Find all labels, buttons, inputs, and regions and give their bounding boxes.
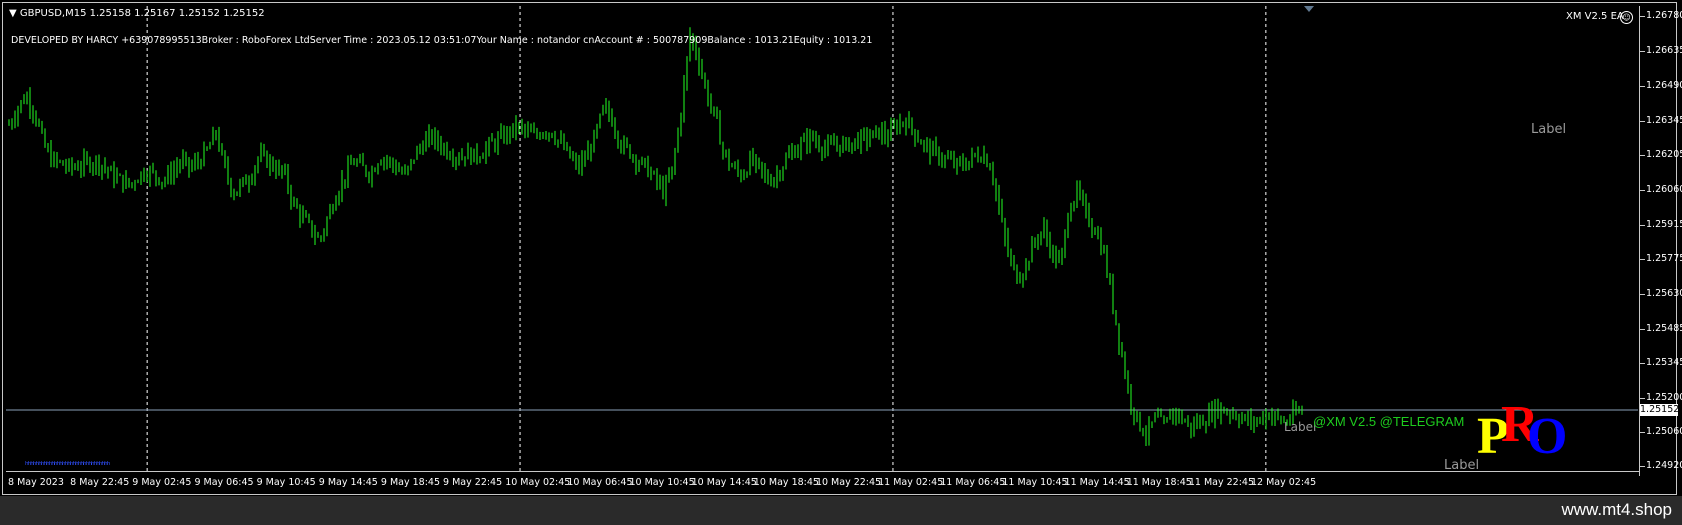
- time-tick-label: 8 May 22:45: [70, 477, 130, 488]
- time-tick-label: 9 May 22:45: [443, 477, 503, 488]
- time-tick-label: 11 May 22:45: [1188, 477, 1254, 488]
- current-price-tag: 1.25152: [1640, 403, 1680, 416]
- footer-site-link[interactable]: www.mt4.shop: [1561, 500, 1672, 520]
- time-tick-label: 9 May 14:45: [318, 477, 378, 488]
- time-tick-label: 9 May 02:45: [132, 477, 192, 488]
- price-tick-label: 1.25200: [1646, 392, 1682, 404]
- price-tick-label: 1.25060: [1646, 426, 1682, 438]
- price-tick-mark: [1640, 398, 1645, 400]
- price-tick-mark: [1640, 154, 1645, 156]
- price-chart-plot[interactable]: [6, 6, 1638, 471]
- symbol-name: GBPUSD,M15: [19, 8, 87, 19]
- chart-label-upper: Label: [1531, 122, 1567, 137]
- price-tick-mark: [1640, 225, 1645, 227]
- price-tick-mark: [1640, 121, 1645, 123]
- time-tick-label: 10 May 02:45: [505, 477, 571, 488]
- time-tick-label: 9 May 18:45: [380, 477, 440, 488]
- price-tick-label: 1.25345: [1646, 357, 1682, 369]
- chart-label-middle: Label: [1284, 420, 1317, 434]
- time-axis[interactable]: 8 May 2023 8 May 22:45 9 May 02:45 9 May 06…: [6, 471, 1639, 496]
- price-tick-label: 1.26060: [1646, 184, 1682, 196]
- price-tick-label: 1.26345: [1646, 115, 1682, 127]
- price-tick-mark: [1640, 294, 1645, 296]
- chevron-down-icon[interactable]: ▼: [9, 8, 17, 19]
- time-tick-label: 11 May 02:45: [878, 477, 944, 488]
- time-tick-label: 12 May 02:45: [1251, 477, 1317, 488]
- symbol-bar: ▼ GBPUSD,M15 1.25158 1.25167 1.25152 1.2…: [9, 8, 265, 19]
- time-tick-label: 10 May 22:45: [815, 477, 882, 488]
- telegram-watermark: @XM V2.5 @TELEGRAM: [1313, 414, 1465, 429]
- time-tick-label: 11 May 06:45: [940, 477, 1006, 488]
- price-tick-mark: [1640, 15, 1645, 17]
- chart-window[interactable]: ▼ GBPUSD,M15 1.25158 1.25167 1.25152 1.2…: [2, 2, 1682, 496]
- expert-advisor-name[interactable]: XM V2.5 EA: [1566, 11, 1624, 22]
- price-tick-label: 1.24920: [1646, 460, 1682, 472]
- pro-logo: P R O: [1477, 396, 1567, 465]
- logo-letter-o: O: [1527, 408, 1568, 465]
- price-tick-label: 1.26635: [1646, 44, 1682, 56]
- ohlc-values: 1.25158 1.25167 1.25152 1.25152: [89, 8, 265, 19]
- chart-shift-marker[interactable]: [1304, 6, 1314, 12]
- smiley-icon[interactable]: ☺: [1620, 11, 1633, 24]
- time-tick-label: 8 May 2023: [8, 477, 64, 488]
- time-tick-label: 9 May 06:45: [194, 477, 254, 488]
- time-tick-label: 11 May 14:45: [1064, 477, 1130, 488]
- price-tick-mark: [1640, 363, 1645, 365]
- time-tick-label: 11 May 18:45: [1126, 477, 1192, 488]
- price-tick-label: 1.25775: [1646, 253, 1682, 265]
- price-tick-label: 1.26490: [1646, 79, 1682, 91]
- price-tick-label: 1.25915: [1646, 219, 1682, 231]
- time-tick-label: 11 May 10:45: [1002, 477, 1068, 488]
- ea-info-line: DEVELOPED BY HARCY +639078995513Broker :…: [11, 35, 873, 46]
- price-tick-mark: [1640, 466, 1645, 468]
- time-tick-label: 9 May 10:45: [256, 477, 316, 488]
- time-tick-label: 10 May 14:45: [691, 477, 757, 488]
- price-tick-mark: [1640, 329, 1645, 331]
- price-tick-mark: [1640, 85, 1645, 87]
- price-tick-mark: [1640, 259, 1645, 261]
- price-tick-label: 1.26205: [1646, 148, 1682, 160]
- time-tick-label: 10 May 06:45: [567, 477, 633, 488]
- price-tick-mark: [1640, 50, 1645, 52]
- price-tick-label: 1.25630: [1646, 288, 1682, 300]
- indicator-dots: ʰʰʰʰʰʰʰʰʰʰʰʰʰʰʰʰʰʰʰʰʰʰʰʰʰʰʰʰʰʰʰʰ: [25, 461, 110, 471]
- price-tick-mark: [1640, 432, 1645, 434]
- price-tick-label: 1.26780: [1646, 9, 1682, 21]
- footer-bar: www.mt4.shop: [0, 496, 1682, 525]
- time-tick-label: 10 May 18:45: [753, 477, 819, 488]
- price-tick-label: 1.25485: [1646, 323, 1682, 335]
- time-tick-label: 10 May 10:45: [629, 477, 695, 488]
- price-tick-mark: [1640, 190, 1645, 192]
